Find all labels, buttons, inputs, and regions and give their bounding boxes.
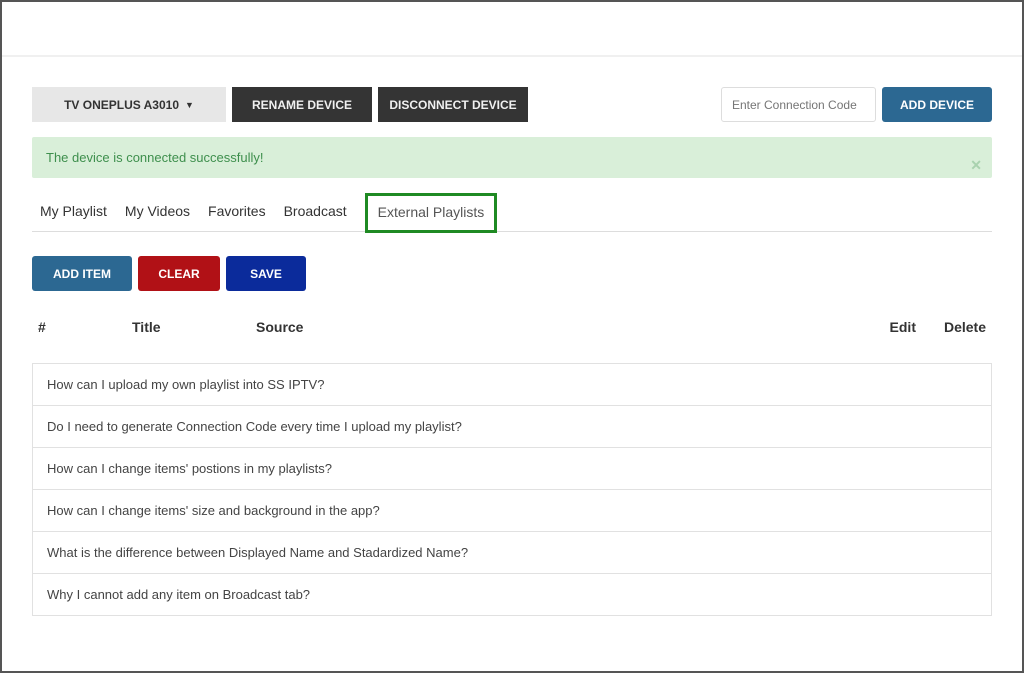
alert-message: The device is connected successfully! <box>46 150 264 165</box>
table-header: # Title Source Edit Delete <box>32 319 992 345</box>
disconnect-device-button[interactable]: DISCONNECT DEVICE <box>378 87 528 122</box>
col-header-title: Title <box>132 319 256 335</box>
add-device-button[interactable]: ADD DEVICE <box>882 87 992 122</box>
faq-item[interactable]: How can I change items' postions in my p… <box>32 448 992 490</box>
close-icon[interactable]: ✕ <box>970 157 982 174</box>
tab-broadcast[interactable]: Broadcast <box>284 193 347 231</box>
col-header-hash: # <box>38 319 132 335</box>
col-header-edit: Edit <box>856 319 916 335</box>
faq-item[interactable]: Why I cannot add any item on Broadcast t… <box>32 574 992 616</box>
tab-favorites[interactable]: Favorites <box>208 193 266 231</box>
col-header-delete: Delete <box>916 319 986 335</box>
rename-device-button[interactable]: RENAME DEVICE <box>232 87 372 122</box>
device-select-dropdown[interactable]: TV ONEPLUS A3010 ▼ <box>32 87 226 122</box>
success-alert: The device is connected successfully! ✕ <box>32 137 992 178</box>
device-toolbar: TV ONEPLUS A3010 ▼ RENAME DEVICE DISCONN… <box>32 87 992 122</box>
add-item-button[interactable]: ADD ITEM <box>32 256 132 291</box>
faq-item[interactable]: What is the difference between Displayed… <box>32 532 992 574</box>
faq-item[interactable]: How can I change items' size and backgro… <box>32 490 992 532</box>
tab-my-playlist[interactable]: My Playlist <box>40 193 107 231</box>
header-spacer <box>2 2 1022 57</box>
faq-list: How can I upload my own playlist into SS… <box>32 363 992 616</box>
action-bar: ADD ITEM CLEAR SAVE <box>32 256 992 291</box>
tabs-bar: My Playlist My Videos Favorites Broadcas… <box>32 193 992 232</box>
tab-external-playlists[interactable]: External Playlists <box>365 193 498 233</box>
device-select-label: TV ONEPLUS A3010 <box>64 98 179 112</box>
faq-item[interactable]: Do I need to generate Connection Code ev… <box>32 406 992 448</box>
faq-item[interactable]: How can I upload my own playlist into SS… <box>32 363 992 406</box>
col-header-source: Source <box>256 319 856 335</box>
tab-my-videos[interactable]: My Videos <box>125 193 190 231</box>
caret-down-icon: ▼ <box>185 100 194 110</box>
clear-button[interactable]: CLEAR <box>138 256 220 291</box>
connection-code-input[interactable] <box>721 87 876 122</box>
save-button[interactable]: SAVE <box>226 256 306 291</box>
